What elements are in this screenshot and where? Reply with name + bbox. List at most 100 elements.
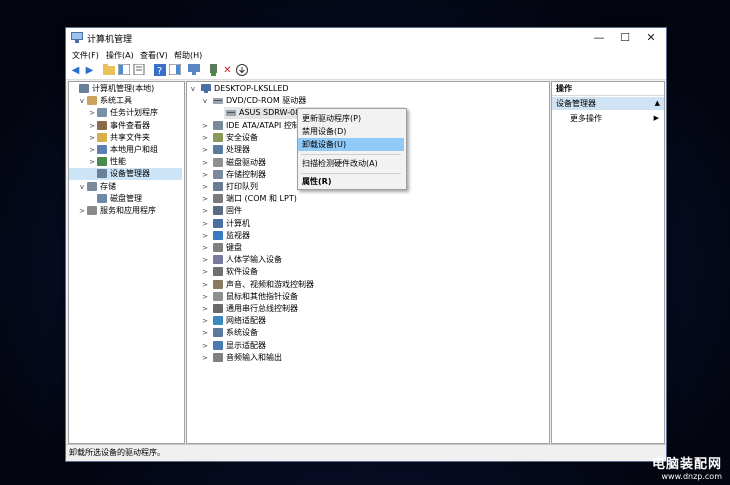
device-category[interactable]: > 端口 (COM 和 LPT)	[187, 193, 547, 205]
device-category[interactable]: > 计算机	[187, 218, 547, 230]
maximize-button[interactable]: ☐	[612, 28, 638, 48]
left-tree-item[interactable]: > 本地用户和组	[69, 144, 182, 156]
expand-chevron-icon[interactable]: >	[88, 107, 96, 119]
menu-help[interactable]: 帮助(H)	[174, 50, 202, 61]
properties-icon[interactable]	[132, 63, 145, 77]
collapse-chevron-icon[interactable]: v	[78, 181, 86, 193]
device-category[interactable]: > 键盘	[187, 242, 547, 254]
left-tree-item[interactable]: 磁盘管理	[69, 193, 182, 205]
expand-chevron-icon[interactable]: >	[201, 230, 209, 242]
device-category-icon	[213, 328, 223, 338]
expand-chevron-icon[interactable]: >	[201, 205, 209, 217]
status-bar: 卸载所选设备的驱动程序。	[66, 444, 666, 460]
collapse-triangle-icon[interactable]: ▲	[655, 97, 660, 110]
device-category[interactable]: > 系统设备	[187, 327, 547, 339]
computer-icon	[201, 84, 211, 93]
dvd-category[interactable]: v DVD/CD-ROM 驱动器	[187, 95, 547, 107]
left-tree-item[interactable]: 设备管理器	[69, 168, 182, 181]
menu-action[interactable]: 操作(A)	[106, 50, 134, 61]
device-category-label: IDE ATA/ATAPI 控制器	[226, 121, 308, 130]
left-tree-item[interactable]: v 存储	[69, 181, 182, 193]
expand-chevron-icon[interactable]: >	[201, 157, 209, 169]
left-tree-label: 设备管理器	[110, 169, 150, 179]
dvd-drive-icon	[213, 98, 223, 104]
device-category[interactable]: > 鼠标和其他指针设备	[187, 291, 547, 303]
menu-file[interactable]: 文件(F)	[72, 50, 99, 61]
more-actions-item[interactable]: 更多操作 ▶	[552, 112, 664, 125]
expand-chevron-icon[interactable]: >	[78, 205, 86, 217]
device-category[interactable]: > 人体学输入设备	[187, 254, 547, 266]
menu-view[interactable]: 查看(V)	[140, 50, 168, 61]
device-category[interactable]: > 声音、视频和游戏控制器	[187, 279, 547, 291]
expand-chevron-icon[interactable]: >	[201, 327, 209, 339]
device-category-label: 端口 (COM 和 LPT)	[226, 194, 297, 204]
expand-chevron-icon[interactable]: >	[201, 279, 209, 291]
device-category-label: 键盘	[226, 243, 242, 252]
device-category-label: 音频输入和输出	[226, 352, 282, 362]
root-node[interactable]: v DESKTOP-LKSLLED	[187, 83, 547, 95]
expand-chevron-icon[interactable]: >	[88, 132, 96, 144]
expand-chevron-icon[interactable]: >	[201, 315, 209, 327]
device-category-icon	[213, 340, 223, 350]
expand-chevron-icon[interactable]: >	[201, 242, 209, 254]
scan-hardware-item[interactable]: 扫描检测硬件改动(A)	[298, 157, 404, 170]
expand-chevron-icon[interactable]: >	[201, 132, 209, 144]
expand-chevron-icon[interactable]: >	[201, 266, 209, 278]
left-tree-label: 存储	[100, 181, 116, 191]
properties-item[interactable]: 属性(R)	[298, 175, 404, 188]
device-category[interactable]: > 通用串行总线控制器	[187, 303, 547, 315]
minimize-button[interactable]: —	[586, 28, 612, 48]
disable-device-item[interactable]: 禁用设备(D)	[298, 125, 404, 138]
uninstall-device-item[interactable]: 卸载设备(U)	[298, 138, 404, 151]
expand-chevron-icon[interactable]: >	[201, 120, 209, 132]
left-tree-item[interactable]: > 共享文件夹	[69, 132, 182, 144]
expand-chevron-icon[interactable]: >	[201, 169, 209, 181]
back-arrow-icon[interactable]: ◀	[69, 64, 82, 77]
up-folder-icon[interactable]	[102, 64, 115, 77]
action-pane-icon[interactable]	[168, 63, 181, 77]
left-tree-item[interactable]: > 性能	[69, 156, 182, 168]
menu-separator	[301, 154, 401, 155]
expand-chevron-icon[interactable]: >	[201, 352, 209, 364]
device-category-icon	[213, 145, 223, 155]
left-tree-item[interactable]: > 事件查看器	[69, 120, 182, 132]
download-circle-icon[interactable]	[235, 64, 248, 77]
expand-chevron-icon[interactable]: >	[88, 120, 96, 132]
tree-node-icon	[97, 120, 107, 130]
device-category[interactable]: > 监视器	[187, 230, 547, 242]
left-tree-item[interactable]: > 服务和应用程序	[69, 205, 182, 217]
device-category-icon	[213, 133, 223, 143]
expand-chevron-icon[interactable]: >	[88, 156, 96, 168]
device-category-icon	[213, 169, 223, 179]
device-category[interactable]: > 软件设备	[187, 266, 547, 278]
uninstall-x-icon[interactable]: ✕	[221, 64, 234, 77]
close-button[interactable]: ✕	[638, 28, 664, 48]
scan-hardware-icon[interactable]	[187, 64, 200, 77]
actions-section-device-manager[interactable]: 设备管理器 ▲	[552, 97, 664, 110]
left-tree-item[interactable]: > 任务计划程序	[69, 107, 182, 119]
device-category[interactable]: > 网络适配器	[187, 315, 547, 327]
device-category-label: 系统设备	[226, 328, 258, 338]
left-tree-item[interactable]: 计算机管理(本地)	[69, 83, 182, 95]
show-hide-tree-icon[interactable]	[117, 63, 130, 77]
expand-chevron-icon[interactable]: >	[201, 144, 209, 156]
update-driver-item[interactable]: 更新驱动程序(P)	[298, 112, 404, 125]
expand-chevron-icon[interactable]: >	[201, 340, 209, 352]
left-tree-item[interactable]: v 系统工具	[69, 95, 182, 107]
expand-chevron-icon[interactable]: >	[201, 303, 209, 315]
update-driver-icon[interactable]	[207, 64, 220, 77]
expand-chevron-icon[interactable]: >	[88, 144, 96, 156]
device-category[interactable]: > 音频输入和输出	[187, 352, 547, 364]
collapse-chevron-icon[interactable]: v	[78, 95, 86, 107]
device-category[interactable]: > 固件	[187, 205, 547, 217]
forward-arrow-icon[interactable]: ▶	[83, 64, 96, 77]
expand-chevron-icon[interactable]: >	[201, 291, 209, 303]
expand-chevron-icon[interactable]: >	[201, 218, 209, 230]
collapse-chevron-icon[interactable]: v	[201, 95, 209, 107]
expand-chevron-icon[interactable]: >	[201, 193, 209, 205]
device-category[interactable]: > 显示适配器	[187, 340, 547, 352]
collapse-chevron-icon[interactable]: v	[189, 83, 197, 95]
help-icon[interactable]: ?	[153, 64, 166, 77]
expand-chevron-icon[interactable]: >	[201, 254, 209, 266]
expand-chevron-icon[interactable]: >	[201, 181, 209, 193]
